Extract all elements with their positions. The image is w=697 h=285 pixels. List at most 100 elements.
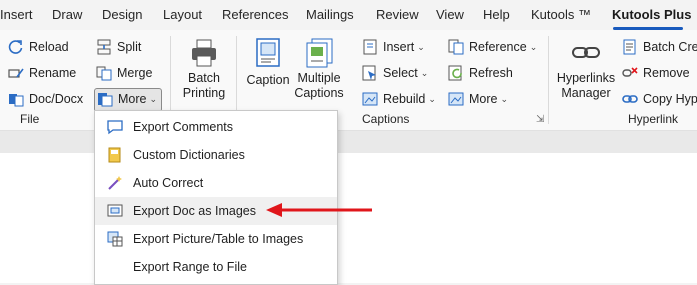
ribbon-tab-bar: Insert Draw Design Layout References Mai…: [0, 0, 697, 30]
chevron-down-icon: ⌄: [417, 41, 425, 52]
tab-view[interactable]: View: [436, 7, 464, 22]
annotation-arrow-icon: [266, 203, 372, 217]
menu-item-custom-dictionaries[interactable]: Custom Dictionaries: [95, 141, 337, 169]
chevron-down-icon: ⌄: [420, 67, 429, 78]
more-icon: [97, 91, 113, 107]
doc-docx-icon: [8, 91, 24, 107]
select-button[interactable]: Select ⌄: [362, 62, 428, 84]
hyperlinks-manager-button[interactable]: Hyperlinks Manager: [556, 38, 616, 101]
dialog-launcher-icon[interactable]: ⇲: [536, 114, 544, 125]
rebuild-icon: [362, 91, 378, 107]
captions-more-label: More: [469, 92, 498, 106]
tab-mailings[interactable]: Mailings: [306, 7, 354, 22]
hyperlinks-manager-label-2: Manager: [561, 86, 611, 100]
group-label-hyperlink: Hyperlink: [628, 112, 679, 126]
insert-label: Insert: [383, 40, 415, 54]
chevron-down-icon: ⌄: [149, 93, 158, 104]
tab-references[interactable]: References: [222, 7, 288, 22]
auto-correct-icon: [107, 175, 123, 191]
menu-item-label: Auto Correct: [133, 176, 204, 190]
hyperlink-chain-icon: [571, 38, 601, 68]
insert-button[interactable]: Insert ⌄: [362, 36, 425, 58]
split-label: Split: [117, 40, 142, 54]
batch-create-icon: [622, 39, 638, 55]
rename-button[interactable]: Rename: [8, 62, 76, 84]
merge-label: Merge: [117, 66, 153, 80]
tab-review[interactable]: Review: [376, 7, 419, 22]
more-dropdown-menu: Export Comments Custom Dictionaries Auto…: [94, 110, 338, 285]
export-comments-icon: [107, 119, 123, 135]
menu-item-export-picture-table[interactable]: Export Picture/Table to Images: [95, 225, 337, 253]
menu-item-label: Export Comments: [133, 120, 234, 134]
multiple-captions-icon: [304, 38, 334, 68]
tab-kutools-plus[interactable]: Kutools Plus: [612, 7, 691, 22]
caption-button[interactable]: Caption: [244, 38, 292, 88]
refresh-label: Refresh: [469, 66, 513, 80]
menu-item-auto-correct[interactable]: Auto Correct: [95, 169, 337, 197]
menu-item-label: Export Doc as Images: [133, 204, 256, 218]
tab-design[interactable]: Design: [102, 7, 142, 22]
remove-link-icon: [622, 65, 638, 81]
tab-kutools[interactable]: Kutools ™: [531, 7, 591, 22]
caption-icon: [255, 38, 281, 68]
picture-table-icon: [107, 231, 123, 247]
select-icon: [362, 65, 378, 81]
multiple-captions-label-1: Multiple: [297, 71, 341, 85]
multiple-captions-button[interactable]: Multiple Captions: [294, 38, 344, 101]
more-image-icon: [448, 91, 464, 107]
rebuild-label: Rebuild: [383, 92, 426, 106]
tab-layout[interactable]: Layout: [163, 7, 202, 22]
more-button[interactable]: More ⌄: [97, 88, 157, 110]
menu-item-label: Custom Dictionaries: [133, 148, 245, 162]
reference-icon: [448, 39, 464, 55]
export-images-icon: [107, 203, 123, 219]
group-label-file: File: [20, 112, 40, 126]
rename-icon: [8, 65, 24, 81]
batch-printing-label-1: Batch: [188, 71, 220, 85]
split-icon: [96, 39, 112, 55]
chevron-down-icon: ⌄: [500, 93, 509, 104]
hyperlinks-manager-label-1: Hyperlinks: [556, 71, 616, 85]
split-button[interactable]: Split: [96, 36, 141, 58]
reload-label: Reload: [29, 40, 69, 54]
reference-button[interactable]: Reference ⌄: [448, 36, 537, 58]
copy-hyperlink-label: Copy Hype: [643, 92, 697, 106]
caption-label: Caption: [246, 73, 290, 87]
group-divider: [548, 36, 549, 124]
batch-printing-button[interactable]: Batch Printing: [180, 38, 228, 101]
menu-item-export-range-to-file[interactable]: Export Range to File: [95, 253, 337, 281]
select-label: Select: [383, 66, 418, 80]
batch-create-label: Batch Crea: [643, 40, 697, 54]
dictionary-icon: [107, 147, 123, 163]
copy-link-icon: [622, 91, 638, 107]
menu-item-export-comments[interactable]: Export Comments: [95, 113, 337, 141]
menu-item-label: Export Picture/Table to Images: [133, 232, 304, 246]
captions-more-button[interactable]: More ⌄: [448, 88, 508, 110]
reference-label: Reference: [469, 40, 527, 54]
rebuild-button[interactable]: Rebuild ⌄: [362, 88, 436, 110]
printer-icon: [189, 38, 219, 68]
tab-help[interactable]: Help: [483, 7, 510, 22]
insert-icon: [362, 39, 378, 55]
menu-item-label: Export Range to File: [133, 260, 247, 274]
tab-insert[interactable]: Insert: [0, 7, 33, 22]
reload-button[interactable]: Reload: [8, 36, 69, 58]
group-label-captions: Captions: [362, 112, 410, 126]
refresh-button[interactable]: Refresh: [448, 62, 513, 84]
chevron-down-icon: ⌄: [428, 93, 436, 104]
multiple-captions-label-2: Captions: [294, 86, 344, 100]
reload-icon: [8, 39, 24, 55]
more-label: More: [118, 92, 147, 106]
remove-hyperlink-button[interactable]: Remove: [622, 62, 690, 84]
doc-docx-label: Doc/Docx: [29, 92, 84, 106]
copy-hyperlink-button[interactable]: Copy Hype: [622, 88, 697, 110]
remove-hyperlink-label: Remove: [643, 66, 690, 80]
tab-draw[interactable]: Draw: [52, 7, 82, 22]
merge-icon: [96, 65, 112, 81]
refresh-icon: [448, 65, 464, 81]
batch-create-button[interactable]: Batch Crea: [622, 36, 697, 58]
doc-docx-button[interactable]: Doc/Docx: [8, 88, 83, 110]
merge-button[interactable]: Merge: [96, 62, 152, 84]
rename-label: Rename: [29, 66, 77, 80]
batch-printing-label-2: Printing: [182, 86, 226, 100]
